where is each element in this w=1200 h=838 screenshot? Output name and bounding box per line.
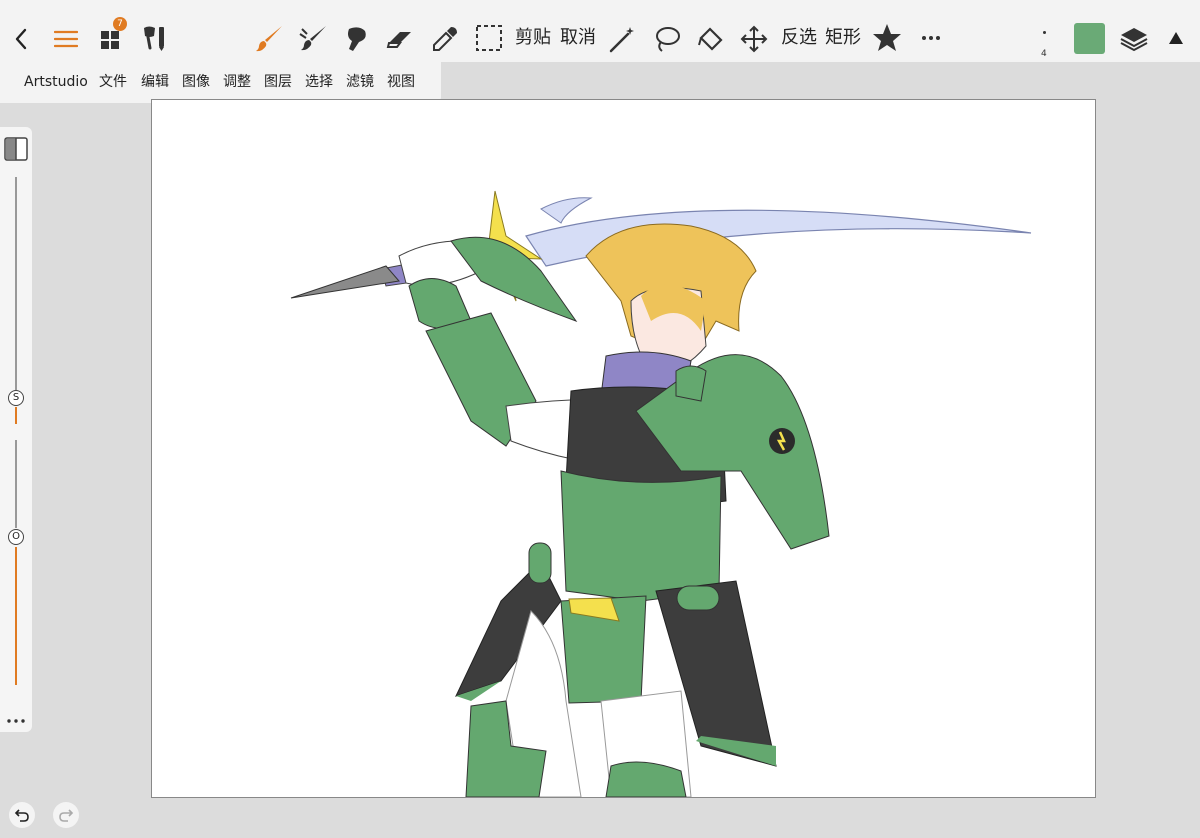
size-slider-handle[interactable]: S	[8, 390, 24, 406]
fill-icon[interactable]	[695, 23, 727, 55]
eyedropper-icon[interactable]	[429, 23, 461, 55]
brush-icon[interactable]	[253, 23, 285, 55]
smudge-icon[interactable]	[297, 23, 329, 55]
cancel-selection-button[interactable]: 取消	[560, 25, 596, 51]
lasso-icon[interactable]	[651, 23, 683, 55]
star-icon[interactable]	[871, 22, 903, 54]
collapse-icon[interactable]	[1166, 28, 1186, 48]
menu-app-name[interactable]: Artstudio	[24, 73, 88, 91]
magic-wand-icon[interactable]	[606, 23, 638, 55]
undo-icon	[14, 809, 29, 822]
hamburger-icon[interactable]	[53, 26, 79, 52]
eraser-icon[interactable]	[385, 24, 415, 54]
brush-slider-panel: S O	[0, 127, 32, 732]
artwork-knight	[290, 190, 1032, 797]
menu-image[interactable]: 图像	[182, 73, 210, 91]
brush-size-value[interactable]: 4	[1041, 49, 1047, 59]
menu-bar: Artstudio 文件 编辑 图像 调整 图层 选择 滤镜 视图	[0, 62, 441, 103]
panel-toggle-icon[interactable]	[4, 137, 28, 161]
paste-button[interactable]: 剪贴	[515, 25, 551, 51]
current-color-swatch[interactable]	[1074, 23, 1105, 54]
menu-adjust[interactable]: 调整	[223, 73, 251, 91]
move-icon[interactable]	[738, 23, 770, 55]
opacity-slider-handle[interactable]: O	[8, 529, 24, 545]
size-slider-fill	[15, 407, 17, 424]
redo-button[interactable]	[53, 802, 79, 828]
drawing-canvas[interactable]	[151, 99, 1096, 798]
menu-file[interactable]: 文件	[99, 73, 127, 91]
menu-filter[interactable]: 滤镜	[346, 73, 374, 91]
size-slider-track[interactable]	[15, 177, 17, 390]
brush-size-dot	[1043, 31, 1046, 34]
blob-brush-icon[interactable]	[341, 24, 371, 54]
more-icon[interactable]	[919, 28, 943, 48]
menu-view[interactable]: 视图	[387, 73, 415, 91]
rectangle-select-button[interactable]: 矩形	[825, 25, 861, 51]
invert-selection-button[interactable]: 反选	[781, 25, 817, 51]
menu-layer[interactable]: 图层	[264, 73, 292, 91]
back-icon[interactable]	[10, 26, 32, 52]
undo-button[interactable]	[9, 802, 35, 828]
layers-count-badge: 7	[113, 17, 127, 31]
layers-icon[interactable]	[1118, 23, 1150, 55]
opacity-slider-fill	[15, 547, 17, 685]
brush-settings-icon[interactable]	[140, 24, 170, 52]
opacity-slider-track[interactable]	[15, 440, 17, 528]
redo-icon	[59, 809, 74, 822]
top-toolbar: 7 剪贴 取消 反选 矩形 4	[0, 0, 1200, 62]
menu-select[interactable]: 选择	[305, 73, 333, 91]
panel-more-icon[interactable]	[6, 709, 26, 723]
menu-edit[interactable]: 编辑	[141, 73, 169, 91]
selection-icon[interactable]	[474, 23, 504, 53]
